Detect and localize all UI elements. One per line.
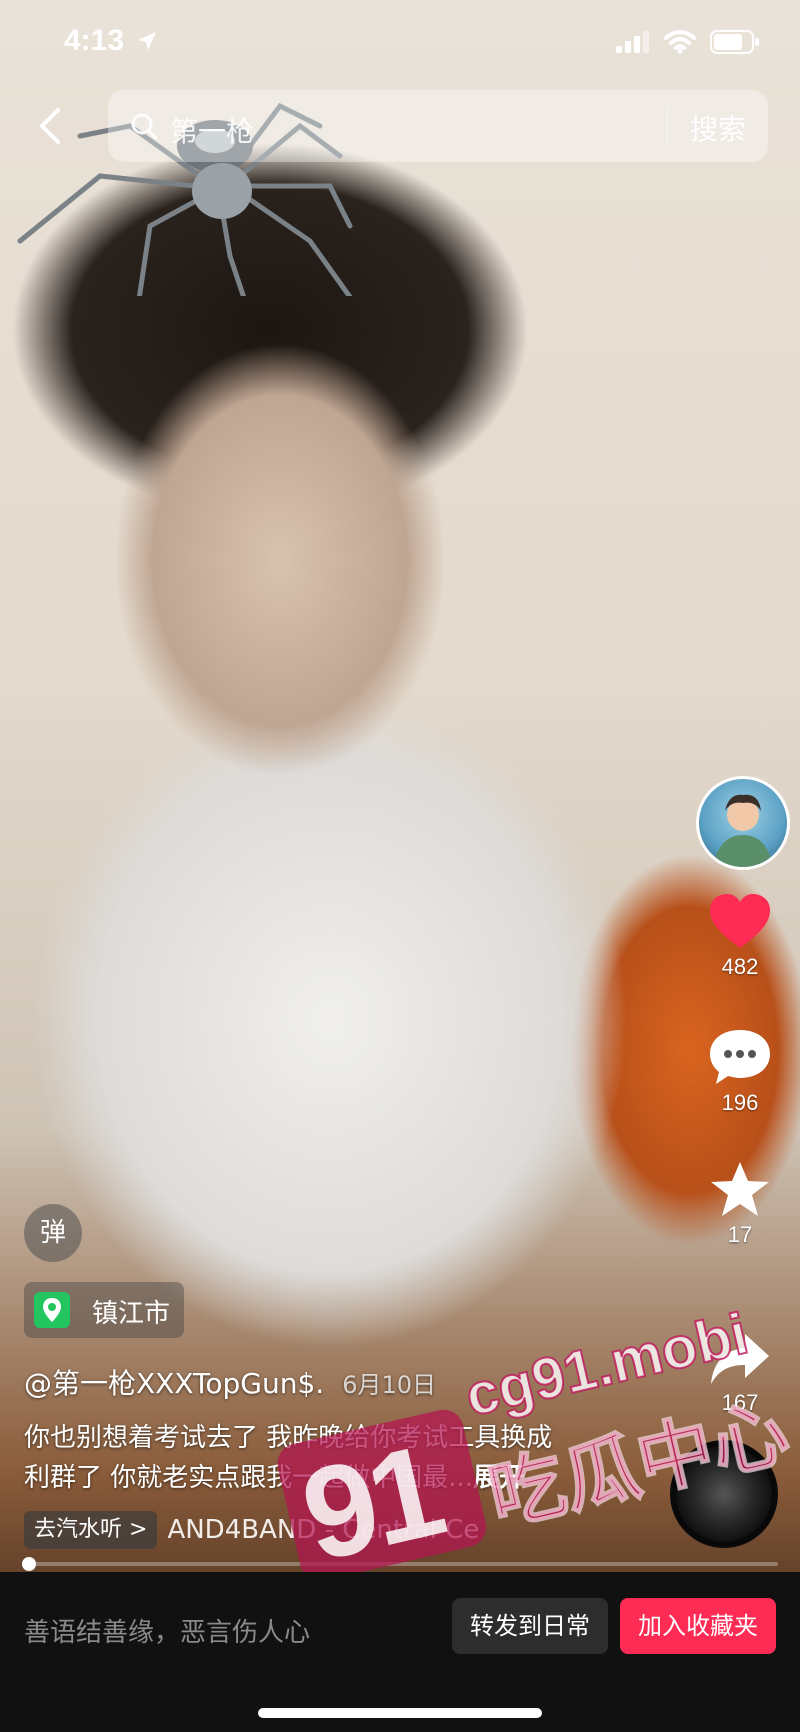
status-bar: 4:13: [0, 0, 800, 86]
location-pin-icon: [34, 1292, 70, 1328]
search-button[interactable]: 搜索: [690, 108, 746, 148]
author-avatar[interactable]: [696, 776, 790, 870]
cellular-signal-icon: [616, 31, 649, 53]
share-to-daily-button[interactable]: 转发到日常: [452, 1598, 608, 1654]
add-to-favorites-button[interactable]: 加入收藏夹: [620, 1598, 776, 1654]
search-icon: [131, 113, 158, 140]
video-screen[interactable]: 4:13 第一枪 搜索 482 196 17 167 弹 镇江市 @第一枪XXX…: [0, 0, 800, 1732]
star-icon: [711, 1162, 769, 1216]
comment-count: 196: [721, 1090, 759, 1115]
like-button[interactable]: 482: [690, 892, 790, 980]
favorite-count: 17: [727, 1222, 753, 1247]
search-query: 第一枪: [170, 115, 255, 148]
wifi-icon: [664, 30, 696, 54]
favorite-button[interactable]: 17: [690, 1160, 790, 1248]
comment-bubble-icon: [710, 1030, 770, 1084]
heart-icon: [710, 894, 770, 948]
listen-in-qishui-button[interactable]: 去汽水听 >: [24, 1511, 158, 1549]
status-time: 4:13: [64, 24, 125, 57]
danmu-button[interactable]: 弹: [24, 1204, 82, 1262]
avatar-illustration-icon: [713, 794, 773, 867]
search-row: 第一枪 搜索: [0, 90, 800, 162]
search-input[interactable]: 第一枪 搜索: [108, 90, 768, 162]
location-tag[interactable]: 镇江市: [24, 1282, 184, 1338]
bottom-bar: 善语结善缘，恶言伤人心 转发到日常 加入收藏夹: [0, 1572, 800, 1732]
search-divider: [667, 108, 668, 144]
comment-input[interactable]: 善语结善缘，恶言伤人心: [24, 1612, 310, 1649]
progress-knob[interactable]: [22, 1557, 36, 1571]
back-icon[interactable]: [30, 104, 70, 148]
home-indicator: [258, 1708, 542, 1718]
location-arrow-icon: [138, 32, 156, 50]
battery-icon: [710, 30, 759, 54]
location-label: 镇江市: [92, 1299, 171, 1329]
like-count: 482: [721, 954, 759, 979]
comment-button[interactable]: 196: [690, 1026, 790, 1116]
